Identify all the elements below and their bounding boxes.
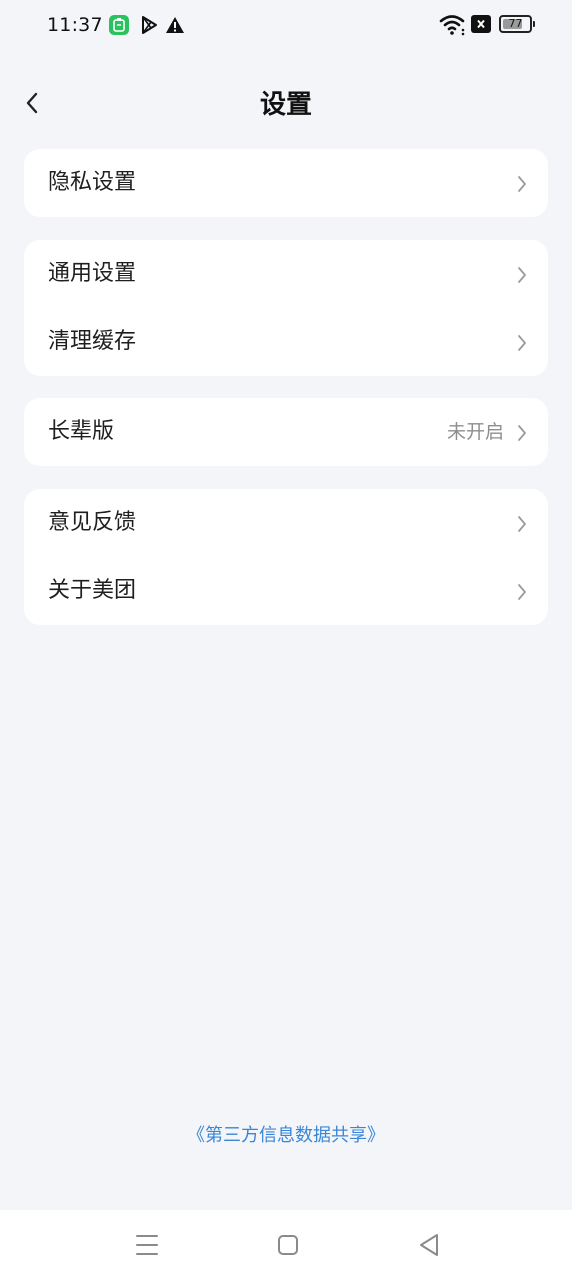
wifi-icon (439, 14, 467, 40)
play-store-icon (139, 15, 159, 39)
settings-group-privacy: 隐私设置 (24, 149, 548, 217)
chevron-right-icon (518, 425, 526, 441)
home-icon (278, 1235, 298, 1255)
nav-menu-button[interactable] (127, 1228, 167, 1262)
row-label: 长辈版 (48, 419, 115, 444)
system-nav-bar (0, 1210, 572, 1280)
no-sim-icon (471, 15, 491, 33)
chevron-right-icon (518, 584, 526, 600)
privacy-settings-row[interactable]: 隐私设置 (24, 149, 548, 217)
status-time: 11:37 (47, 14, 103, 36)
app-notification-icon (109, 15, 129, 35)
row-label: 关于美团 (48, 578, 137, 603)
chevron-right-icon (518, 267, 526, 283)
feedback-row[interactable]: 意见反馈 (24, 489, 548, 557)
warning-icon (165, 15, 185, 39)
status-bar: 11:37 77 (0, 0, 572, 52)
nav-back-button[interactable] (409, 1228, 449, 1262)
row-label: 隐私设置 (48, 170, 137, 195)
elder-mode-row[interactable]: 长辈版 未开启 (24, 398, 548, 466)
general-settings-row[interactable]: 通用设置 (24, 240, 548, 308)
chevron-right-icon (518, 176, 526, 192)
third-party-data-sharing-link[interactable]: 《第三方信息数据共享》 (0, 1122, 572, 1150)
battery-icon: 77 (499, 15, 532, 33)
chevron-right-icon (518, 516, 526, 532)
clear-cache-row[interactable]: 清理缓存 (24, 308, 548, 376)
menu-icon (136, 1235, 158, 1255)
row-label: 意见反馈 (48, 510, 137, 535)
settings-group-about: 意见反馈 关于美团 (24, 489, 548, 625)
row-label: 通用设置 (48, 261, 137, 286)
settings-group-elder-mode: 长辈版 未开启 (24, 398, 548, 466)
battery-cap (533, 21, 535, 27)
nav-home-button[interactable] (268, 1228, 308, 1262)
back-triangle-icon (420, 1234, 438, 1256)
page-title: 设置 (259, 90, 312, 120)
row-label: 清理缓存 (48, 329, 137, 354)
chevron-right-icon (518, 335, 526, 351)
settings-group-general: 通用设置 清理缓存 (24, 240, 548, 376)
about-meituan-row[interactable]: 关于美团 (24, 557, 548, 625)
elder-mode-status: 未开启 (446, 421, 504, 443)
battery-level: 77 (508, 17, 523, 30)
